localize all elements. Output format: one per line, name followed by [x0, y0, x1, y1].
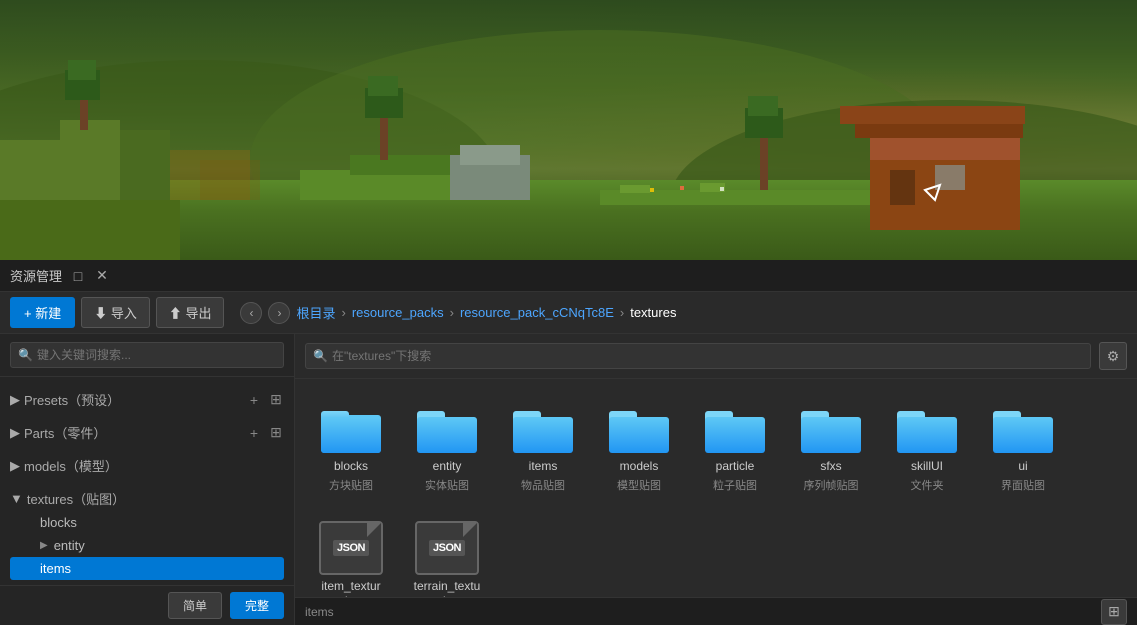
- sidebar-item-blocks-label: blocks: [40, 515, 77, 530]
- content-search-input[interactable]: [305, 343, 1091, 369]
- folder-particle-desc: 粒子贴图: [713, 477, 757, 493]
- title-bar: 资源管理 □ ✕: [0, 260, 1137, 292]
- status-text: items: [305, 605, 334, 619]
- breadcrumb-sep-1: ›: [341, 305, 345, 320]
- folder-entity-desc: 实体贴图: [425, 477, 469, 493]
- search-icon: 🔍: [18, 348, 33, 362]
- sidebar-footer: 简单 完整: [0, 585, 294, 625]
- folder-entity-name: entity: [433, 459, 462, 475]
- breadcrumb-sep-2: ›: [450, 305, 454, 320]
- sidebar-item-label-parts: Parts（零件）: [24, 423, 106, 442]
- sidebar-section-presets-header[interactable]: ▶ Presets（预设） + ⊞: [10, 387, 284, 412]
- sidebar-section-presets: ▶ Presets（预设） + ⊞: [0, 383, 294, 416]
- toolbar: + 新建 ⬇ 导入 ⬆ 导出 ‹ › 根目录 › resource_packs …: [0, 292, 1137, 334]
- sidebar-item-label-textures: textures（贴图）: [27, 489, 125, 508]
- folder-skillui-desc: 文件夹: [911, 477, 944, 493]
- file-item-texture[interactable]: JSON item_texture.json 物品贴图配置: [311, 515, 391, 597]
- sidebar-section-textures-header[interactable]: ▼ textures（贴图）: [10, 486, 284, 511]
- chevron-right-icon-parts: ▶: [10, 425, 20, 441]
- sidebar-section-parts: ▶ Parts（零件） + ⊞: [0, 416, 294, 449]
- folder-ui[interactable]: ui 界面贴图: [983, 395, 1063, 499]
- title-text: 资源管理: [10, 266, 62, 285]
- sidebar-item-label-models: models（模型）: [24, 456, 118, 475]
- new-button[interactable]: + 新建: [10, 297, 75, 328]
- folder-blocks-name: blocks: [334, 459, 368, 475]
- folder-blocks[interactable]: blocks 方块贴图: [311, 395, 391, 499]
- main-area: 🔍 ▶ Presets（预设） + ⊞: [0, 334, 1137, 625]
- sidebar-search-area: 🔍: [0, 334, 294, 377]
- sidebar-section-models-header[interactable]: ▶ models（模型）: [10, 453, 284, 478]
- grid-view-icon: ⊞: [1108, 603, 1120, 620]
- folder-particle-name: particle: [716, 459, 755, 475]
- add-parts-icon[interactable]: +: [246, 425, 262, 441]
- grid-icon[interactable]: ⊞: [268, 392, 284, 408]
- minimize-button[interactable]: □: [70, 268, 86, 284]
- close-button[interactable]: ✕: [94, 268, 110, 284]
- export-button[interactable]: ⬆ 导出: [156, 297, 225, 328]
- sidebar-item-entity-label: entity: [54, 538, 85, 553]
- json-label-1: JSON: [333, 540, 369, 556]
- nav-forward-button[interactable]: ›: [268, 302, 290, 324]
- folder-models-name: models: [620, 459, 659, 475]
- folder-items-desc: 物品贴图: [521, 477, 565, 493]
- sidebar-search-input[interactable]: [10, 342, 284, 368]
- chevron-right-icon-entity: ▶: [40, 540, 48, 551]
- grid-view-button[interactable]: ⊞: [1101, 599, 1127, 625]
- sidebar-item-entity[interactable]: ▶ entity: [10, 534, 284, 557]
- chevron-right-icon: ▶: [10, 392, 20, 408]
- breadcrumb-resource-packs[interactable]: resource_packs: [352, 305, 444, 320]
- sidebar-section-models: ▶ models（模型）: [0, 449, 294, 482]
- breadcrumb-root[interactable]: 根目录: [296, 303, 335, 322]
- grid-toggle: ⊞: [1101, 599, 1127, 625]
- sidebar-item-items-label: items: [40, 561, 71, 576]
- folder-sfxs-desc: 序列帧贴图: [804, 477, 859, 493]
- folder-ui-name: ui: [1018, 459, 1027, 475]
- folder-particle[interactable]: particle 粒子贴图: [695, 395, 775, 499]
- sidebar-item-items[interactable]: items: [10, 557, 284, 580]
- file-terrain-texture[interactable]: JSON terrain_texture.json 方块贴图配置: [407, 515, 487, 597]
- status-bar: items ⊞: [295, 597, 1137, 625]
- full-view-button[interactable]: 完整: [230, 592, 284, 619]
- json-label-2: JSON: [429, 540, 465, 556]
- sidebar-section-parts-header[interactable]: ▶ Parts（零件） + ⊞: [10, 420, 284, 445]
- breadcrumb-pack[interactable]: resource_pack_cCNqTc8E: [460, 305, 614, 320]
- content-search-bar: 🔍 ⚙: [295, 334, 1137, 379]
- folder-skillui[interactable]: skillUI 文件夹: [887, 395, 967, 499]
- sidebar-tree: ▶ Presets（预设） + ⊞ ▶ Parts（零件: [0, 377, 294, 585]
- add-icon[interactable]: +: [246, 392, 262, 408]
- hero-image: [0, 0, 1137, 260]
- file-terrain-texture-name: terrain_texture.json: [413, 579, 481, 597]
- breadcrumb-current: textures: [630, 305, 676, 320]
- file-grid: blocks 方块贴图 en: [295, 379, 1137, 597]
- breadcrumb: ‹ › 根目录 › resource_packs › resource_pack…: [240, 302, 1127, 324]
- simple-view-button[interactable]: 简单: [168, 592, 222, 619]
- folder-models-desc: 模型贴图: [617, 477, 661, 493]
- folder-blocks-desc: 方块贴图: [329, 477, 373, 493]
- sidebar-section-textures: ▼ textures（贴图） blocks ▶ entity: [0, 482, 294, 585]
- sidebar: 🔍 ▶ Presets（预设） + ⊞: [0, 334, 295, 625]
- folder-skillui-name: skillUI: [911, 459, 943, 475]
- file-manager-panel: 资源管理 □ ✕ + 新建 ⬇ 导入 ⬆ 导出 ‹ › 根目录 › resour…: [0, 260, 1137, 625]
- chevron-right-icon-models: ▶: [10, 458, 20, 474]
- sidebar-item-label-presets: Presets（预设）: [24, 390, 120, 409]
- file-item-texture-name: item_texture.json: [317, 579, 385, 597]
- chevron-down-icon-textures: ▼: [10, 491, 23, 506]
- grid-parts-icon[interactable]: ⊞: [268, 425, 284, 441]
- folder-ui-desc: 界面贴图: [1001, 477, 1045, 493]
- filter-button[interactable]: ⚙: [1099, 342, 1127, 370]
- folder-items-name: items: [529, 459, 558, 475]
- content-area: 🔍 ⚙: [295, 334, 1137, 625]
- filter-icon: ⚙: [1107, 348, 1120, 365]
- folder-models[interactable]: models 模型贴图: [599, 395, 679, 499]
- folder-sfxs-name: sfxs: [820, 459, 841, 475]
- content-search-icon: 🔍: [313, 349, 328, 363]
- breadcrumb-sep-3: ›: [620, 305, 624, 320]
- nav-back-button[interactable]: ‹: [240, 302, 262, 324]
- import-button[interactable]: ⬇ 导入: [81, 297, 150, 328]
- folder-entity[interactable]: entity 实体贴图: [407, 395, 487, 499]
- folder-sfxs[interactable]: sfxs 序列帧贴图: [791, 395, 871, 499]
- sidebar-item-blocks[interactable]: blocks: [10, 511, 284, 534]
- folder-items[interactable]: items 物品贴图: [503, 395, 583, 499]
